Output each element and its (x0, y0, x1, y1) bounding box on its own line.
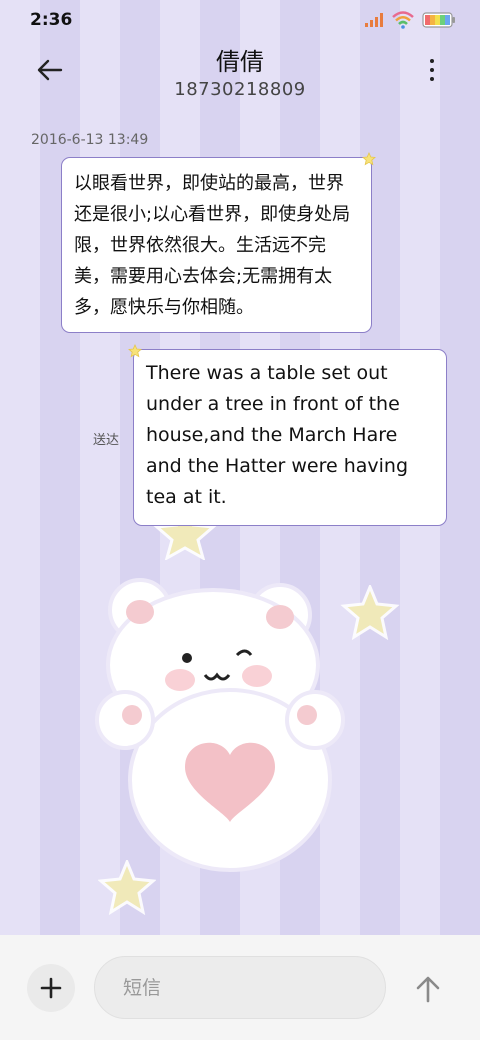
outgoing-message-bubble[interactable]: There was a table set out under a tree i… (133, 349, 447, 526)
plus-icon (40, 977, 62, 999)
bubble-star-icon (128, 344, 142, 358)
wifi-icon (392, 11, 414, 29)
incoming-message-text: 以眼看世界，即使站的最高，世界还是很小;以心看世界，即使身处局限，世界依然很大。… (74, 173, 351, 318)
back-arrow-icon (37, 59, 63, 81)
bubble-star-icon (362, 152, 376, 166)
more-options-button[interactable] (422, 56, 442, 84)
battery-icon (422, 12, 455, 28)
composer-bar (0, 935, 480, 1040)
signal-icon (365, 13, 383, 27)
outgoing-message-text: There was a table set out under a tree i… (146, 362, 409, 508)
message-input[interactable] (94, 956, 386, 1019)
send-arrow-icon (416, 976, 440, 1003)
send-button[interactable] (408, 969, 448, 1009)
more-vertical-icon-dot (430, 68, 434, 72)
conversation-header: 倩倩 18730218809 (0, 40, 480, 110)
more-vertical-icon (430, 59, 434, 63)
status-bar: 2:36 (0, 0, 480, 40)
status-time: 2:36 (30, 10, 73, 30)
contact-number: 18730218809 (174, 79, 306, 100)
incoming-message-bubble[interactable]: 以眼看世界，即使站的最高，世界还是很小;以心看世界，即使身处局限，世界依然很大。… (61, 157, 372, 333)
add-attachment-button[interactable] (27, 964, 75, 1012)
back-button[interactable] (30, 54, 70, 86)
more-vertical-icon-dot (430, 77, 434, 81)
delivery-status: 送达 (93, 433, 120, 448)
contact-title[interactable]: 倩倩 18730218809 (90, 40, 390, 100)
contact-name: 倩倩 (216, 48, 264, 76)
bear-illustration (95, 578, 345, 872)
status-icons (364, 11, 456, 29)
message-timestamp: 2016-6-13 13:49 (31, 132, 149, 148)
